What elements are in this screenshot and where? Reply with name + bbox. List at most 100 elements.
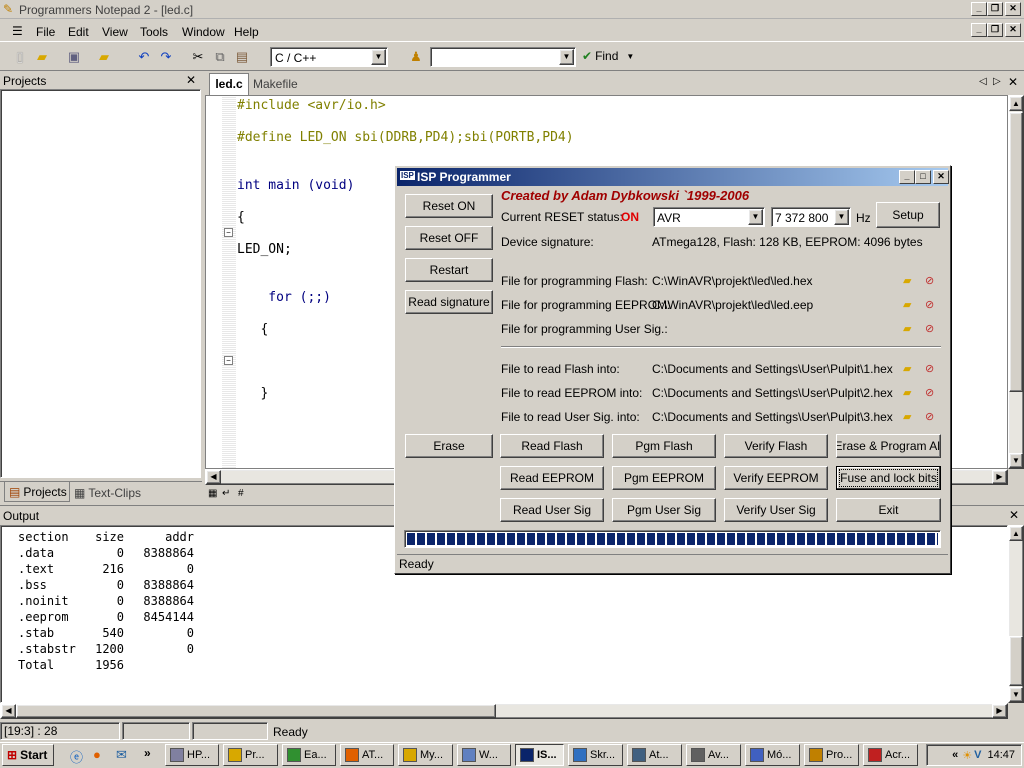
- setup-button[interactable]: Setup: [876, 202, 940, 228]
- tray-chevron-icon[interactable]: «: [952, 749, 958, 761]
- scroll-down-icon[interactable]: ▼: [1009, 453, 1023, 468]
- verify-flash-button[interactable]: Verify Flash: [724, 434, 828, 458]
- taskbar-item[interactable]: Pro...: [804, 744, 859, 766]
- verify-eeprom-button[interactable]: Verify EEPROM: [724, 466, 828, 490]
- clear-file-icon[interactable]: ⊘: [925, 387, 939, 399]
- fold-marker-icon[interactable]: −: [224, 356, 233, 365]
- menu-file[interactable]: File: [36, 25, 55, 39]
- scroll-right-icon[interactable]: ▶: [992, 470, 1007, 484]
- read-flash-button[interactable]: Read Flash: [500, 434, 604, 458]
- close-icon[interactable]: ✕: [186, 73, 196, 87]
- pgm-flash-button[interactable]: Pgm Flash: [612, 434, 716, 458]
- scroll-up-icon[interactable]: ▲: [1009, 96, 1023, 111]
- start-button[interactable]: ⊞ Start: [2, 744, 54, 766]
- scroll-thumb[interactable]: [1009, 112, 1023, 392]
- mdi-restore-button[interactable]: ❐: [987, 23, 1003, 37]
- fold-marker-icon[interactable]: −: [224, 228, 233, 237]
- taskbar-item[interactable]: Skr...: [568, 744, 623, 766]
- language-select[interactable]: C / C++ ▼: [270, 47, 388, 67]
- mdi-minimize-button[interactable]: _: [971, 23, 987, 37]
- open-folder-icon[interactable]: ▰: [903, 411, 917, 423]
- quicklaunch-mail-icon[interactable]: ✉: [116, 747, 127, 763]
- fuse-and-lock-bits-button[interactable]: Fuse and lock bits: [836, 466, 941, 490]
- mdi-close-button[interactable]: ✕: [1005, 23, 1021, 37]
- quicklaunch-firefox-icon[interactable]: ●: [93, 747, 101, 762]
- taskbar-item[interactable]: At...: [627, 744, 682, 766]
- frequency-select[interactable]: 7 372 800 ▼: [771, 207, 851, 227]
- restore-button[interactable]: ❐: [987, 2, 1003, 16]
- close-button[interactable]: ✕: [1005, 2, 1021, 16]
- taskbar-item[interactable]: W...: [457, 744, 511, 766]
- find-dropdown-icon[interactable]: ▼: [626, 52, 634, 61]
- taskbar-item[interactable]: Pr...: [223, 744, 278, 766]
- scroll-right-icon[interactable]: ▶: [992, 704, 1007, 718]
- menu-help[interactable]: Help: [234, 25, 259, 39]
- minimize-button[interactable]: _: [971, 2, 987, 16]
- projects-tree[interactable]: [0, 89, 201, 478]
- taskbar-item[interactable]: HP...: [165, 744, 219, 766]
- scroll-left-icon[interactable]: ◀: [206, 470, 221, 484]
- chevron-down-icon[interactable]: ▼: [371, 49, 386, 65]
- redo-icon[interactable]: ↷: [156, 47, 176, 67]
- tab-led-c[interactable]: led.c: [209, 73, 249, 95]
- quicklaunch-ie-icon[interactable]: ⓔ: [70, 747, 83, 766]
- taskbar-item[interactable]: AT...: [340, 744, 394, 766]
- clear-file-icon[interactable]: ⊘: [925, 411, 939, 423]
- tab-close-icon[interactable]: ✕: [1008, 75, 1018, 89]
- paste-icon[interactable]: ▤: [232, 47, 252, 67]
- undo-icon[interactable]: ↶: [134, 47, 154, 67]
- save-icon[interactable]: ▣: [64, 47, 84, 67]
- reset-off-button[interactable]: Reset OFF: [405, 226, 493, 250]
- copy-icon[interactable]: ⧉: [210, 47, 230, 67]
- taskbar-item[interactable]: IS...: [515, 744, 564, 766]
- menu-window[interactable]: Window: [182, 25, 225, 39]
- taskbar-item[interactable]: Av...: [686, 744, 741, 766]
- menu-edit[interactable]: Edit: [68, 25, 89, 39]
- exit-button[interactable]: Exit: [836, 498, 941, 522]
- output-vscroll[interactable]: ▲ ▼: [1008, 525, 1024, 703]
- cut-icon[interactable]: ✂: [188, 47, 208, 67]
- open-folder-icon[interactable]: ▰: [903, 299, 917, 311]
- pgm-eeprom-button[interactable]: Pgm EEPROM: [612, 466, 716, 490]
- menu-view[interactable]: View: [102, 25, 128, 39]
- tab-prev-icon[interactable]: ◁: [979, 76, 987, 87]
- tray-vc-icon[interactable]: V: [974, 749, 981, 761]
- wrap-icon[interactable]: ↵: [222, 488, 230, 499]
- taskbar-item[interactable]: Mó...: [745, 744, 800, 766]
- search-dropdown-icon[interactable]: ▼: [559, 49, 574, 65]
- read-eeprom-button[interactable]: Read EEPROM: [500, 466, 604, 490]
- erase-button[interactable]: Erase: [405, 434, 493, 458]
- menu-tools[interactable]: Tools: [140, 25, 168, 39]
- chevron-down-icon[interactable]: ▼: [748, 209, 763, 225]
- search-input[interactable]: ▼: [430, 47, 576, 67]
- erase-program-all-button[interactable]: Erase & Program All: [836, 434, 941, 458]
- open-folder-icon[interactable]: ▰: [903, 387, 917, 399]
- taskbar-item[interactable]: Acr...: [863, 744, 918, 766]
- isp-maximize-button[interactable]: □: [915, 170, 931, 184]
- open-folder-icon[interactable]: ▰: [903, 323, 917, 335]
- clear-file-icon[interactable]: ⊘: [925, 299, 939, 311]
- open-folder-icon[interactable]: ▰: [903, 363, 917, 375]
- chevron-down-icon[interactable]: ▼: [834, 209, 849, 225]
- restart-button[interactable]: Restart: [405, 258, 493, 282]
- isp-minimize-button[interactable]: _: [899, 170, 915, 184]
- device-select[interactable]: AVR ▼: [653, 207, 765, 227]
- open-folder-icon[interactable]: ▰: [32, 47, 52, 67]
- grid-icon[interactable]: ▦: [208, 488, 217, 499]
- verify-user-sig-button[interactable]: Verify User Sig: [724, 498, 828, 522]
- new-file-icon[interactable]: ▯: [10, 47, 30, 67]
- taskbar-item[interactable]: Ea...: [282, 744, 336, 766]
- tab-next-icon[interactable]: ▷: [993, 76, 1001, 87]
- pgm-user-sig-button[interactable]: Pgm User Sig: [612, 498, 716, 522]
- close-icon[interactable]: ✕: [1009, 508, 1019, 522]
- clear-file-icon[interactable]: ⊘: [925, 323, 939, 335]
- read-user-sig-button[interactable]: Read User Sig: [500, 498, 604, 522]
- scroll-left-icon[interactable]: ◀: [1, 704, 16, 718]
- output-hscroll[interactable]: ◀ ▶: [0, 703, 1008, 719]
- tab-makefile[interactable]: Makefile: [253, 77, 298, 91]
- read-signature-button[interactable]: Read signature: [405, 290, 493, 314]
- hash-icon[interactable]: #: [238, 488, 244, 499]
- scroll-down-icon[interactable]: ▼: [1009, 687, 1023, 702]
- scroll-up-icon[interactable]: ▲: [1009, 526, 1023, 541]
- scroll-thumb[interactable]: [1009, 636, 1023, 686]
